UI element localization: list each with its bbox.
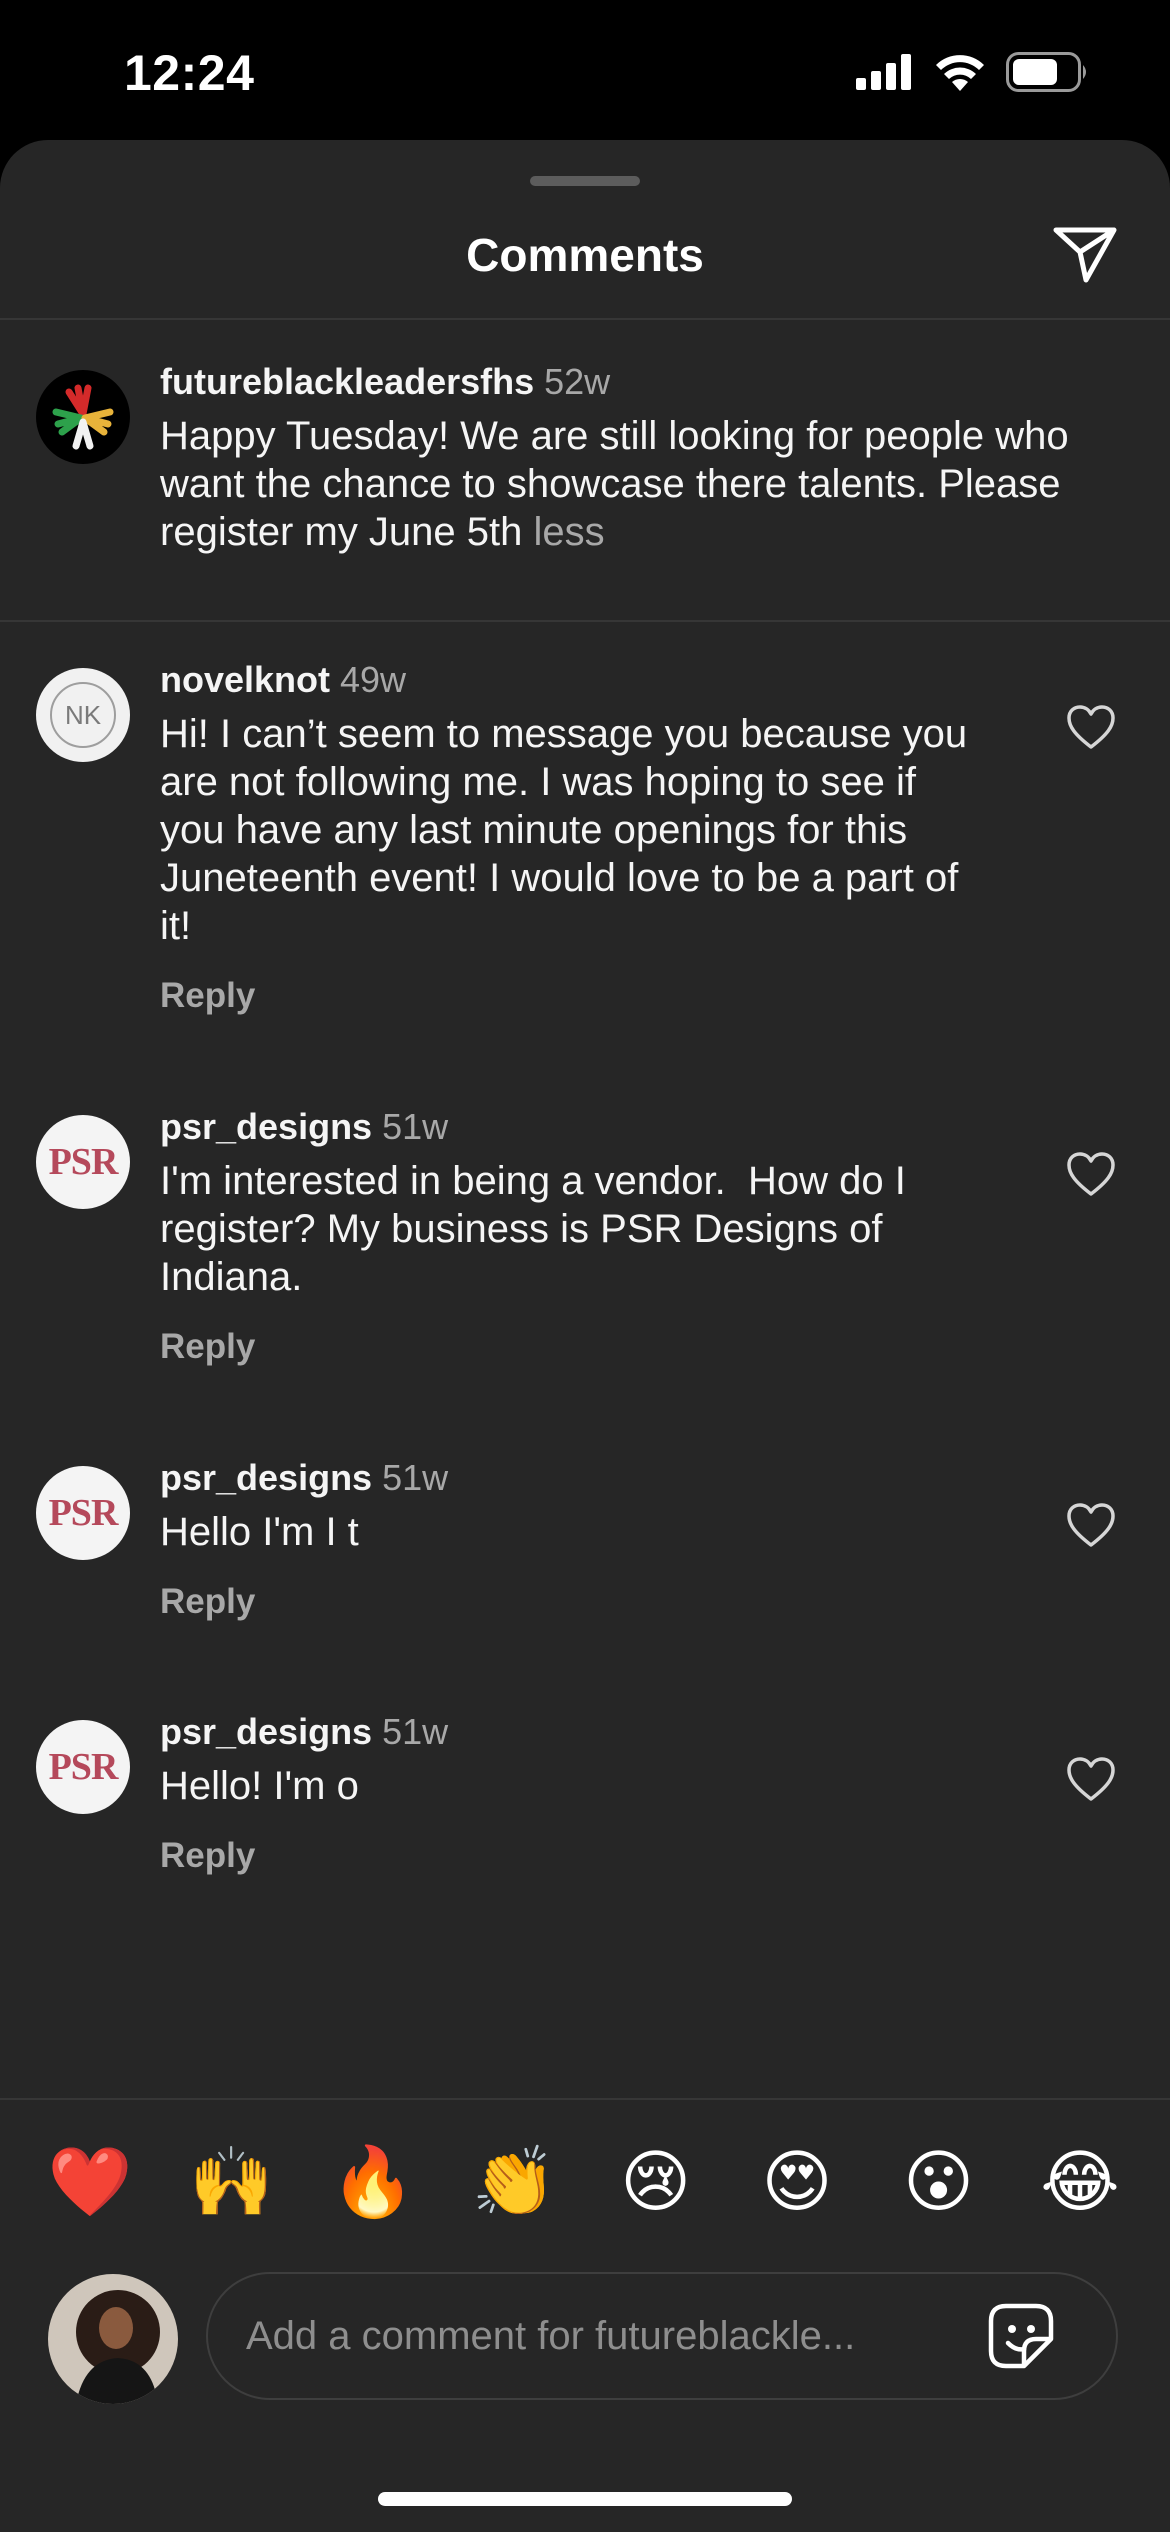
- emoji-clap-button[interactable]: 👏: [464, 2142, 564, 2222]
- avatar-initials: PSR: [48, 1141, 119, 1183]
- comment-text: I'm interested in being a vendor. How do…: [160, 1159, 917, 1299]
- sheet-title: Comments: [466, 229, 704, 281]
- avatar-initials: PSR: [48, 1492, 119, 1534]
- comment-input[interactable]: [206, 2272, 1118, 2400]
- home-indicator: [378, 2492, 792, 2506]
- status-icons: [856, 52, 1090, 92]
- header-divider: [0, 318, 1170, 320]
- status-time: 12:24: [124, 45, 255, 101]
- status-bar: 12:24: [0, 0, 1170, 140]
- caption-divider: [0, 620, 1170, 622]
- profile-photo: [48, 2274, 178, 2404]
- sheet-grabber[interactable]: [530, 176, 640, 186]
- heart-icon[interactable]: [1066, 704, 1116, 750]
- comment-time: 51w: [382, 1711, 449, 1752]
- comment-username[interactable]: psr_designs: [160, 1106, 372, 1147]
- comment-username[interactable]: novelknot: [160, 659, 330, 700]
- comment-username[interactable]: psr_designs: [160, 1457, 372, 1498]
- comment-meta: psr_designs 51w: [160, 1456, 990, 1500]
- comment-username[interactable]: futureblackleadersfhs: [160, 361, 534, 402]
- avatar-initials: PSR: [48, 1746, 119, 1788]
- emoji-fire-button[interactable]: 🔥: [323, 2142, 423, 2222]
- hands-logo-icon: [52, 384, 114, 450]
- less-link[interactable]: less: [534, 510, 605, 554]
- heart-icon[interactable]: [1066, 1151, 1116, 1197]
- reply-button[interactable]: Reply: [160, 1836, 990, 1876]
- reply-button[interactable]: Reply: [160, 976, 990, 1016]
- heart-icon[interactable]: [1066, 1502, 1116, 1548]
- emoji-laughing-button[interactable]: 😂: [1030, 2142, 1130, 2222]
- reply-button[interactable]: Reply: [160, 1327, 990, 1367]
- comments-sheet: Comments futureblackleadersfhs 52w Happy …: [0, 140, 1170, 2532]
- comment-time: 51w: [382, 1457, 449, 1498]
- avatar[interactable]: NK: [36, 668, 130, 762]
- emoji-crying-button[interactable]: 😢: [606, 2142, 706, 2222]
- avatar[interactable]: [36, 370, 130, 464]
- avatar[interactable]: PSR: [36, 1115, 130, 1209]
- emoji-reaction-bar: ❤️ 🙌 🔥 👏 😢 😍 😮 😂: [40, 2142, 1130, 2222]
- comment-meta: novelknot 49w: [160, 658, 990, 702]
- emoji-heart-button[interactable]: ❤️: [40, 2142, 140, 2222]
- emoji-heart-eyes-button[interactable]: 😍: [747, 2142, 847, 2222]
- heart-icon[interactable]: [1066, 1756, 1116, 1802]
- wifi-icon: [936, 55, 984, 91]
- avatar[interactable]: PSR: [36, 1466, 130, 1560]
- avatar[interactable]: PSR: [36, 1720, 130, 1814]
- my-avatar: [48, 2274, 178, 2404]
- comment-time: 52w: [544, 361, 611, 402]
- cellular-signal-icon: [856, 54, 911, 90]
- caption-text: Happy Tuesday! We are still looking for …: [160, 412, 1100, 556]
- comment-meta: psr_designs 51w: [160, 1710, 990, 1754]
- emoji-raised-hands-button[interactable]: 🙌: [181, 2142, 281, 2222]
- comment-time: 49w: [340, 659, 407, 700]
- comment-text: Hello! I'm o: [160, 1764, 359, 1808]
- send-paper-plane-icon[interactable]: [1050, 218, 1120, 288]
- comment-username[interactable]: psr_designs: [160, 1711, 372, 1752]
- comment-meta: futureblackleadersfhs 52w: [160, 360, 1100, 404]
- sticker-icon[interactable]: [986, 2301, 1056, 2371]
- comment-meta: psr_designs 51w: [160, 1105, 990, 1149]
- compose-divider: [0, 2098, 1170, 2100]
- avatar-initials: NK: [50, 682, 116, 748]
- comment-text: Hi! I can’t seem to message you because …: [160, 712, 979, 948]
- reply-button[interactable]: Reply: [160, 1582, 990, 1622]
- comment-text: Hello I'm I t: [160, 1510, 359, 1554]
- comment-time: 51w: [382, 1106, 449, 1147]
- emoji-surprised-button[interactable]: 😮: [889, 2142, 989, 2222]
- caption-body: Happy Tuesday! We are still looking for …: [160, 414, 1080, 554]
- battery-icon: [1006, 52, 1086, 92]
